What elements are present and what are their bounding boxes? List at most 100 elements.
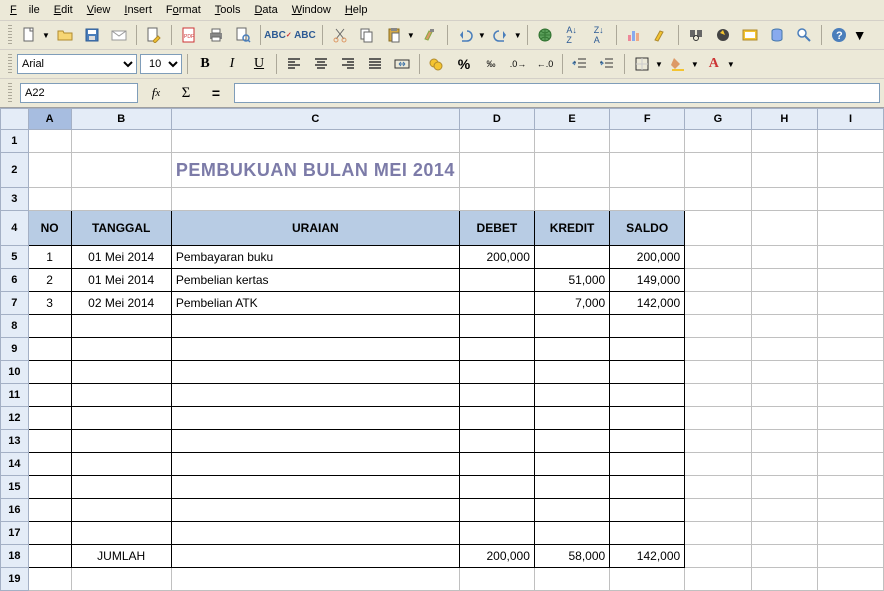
cell-C13[interactable] (171, 430, 459, 453)
cell-H1[interactable] (751, 130, 817, 153)
cell-D5[interactable]: 200,000 (459, 246, 534, 269)
menu-tools[interactable]: Tools (209, 2, 247, 18)
cell-C3[interactable] (171, 188, 459, 211)
cell-H4[interactable] (751, 211, 817, 246)
cell-A16[interactable] (28, 499, 71, 522)
cell-A15[interactable] (28, 476, 71, 499)
cell-F13[interactable] (610, 430, 685, 453)
cell-I19[interactable] (818, 568, 884, 591)
open-icon[interactable] (53, 23, 77, 47)
name-box[interactable] (20, 83, 138, 103)
cell-F17[interactable] (610, 522, 685, 545)
cell-D10[interactable] (459, 361, 534, 384)
cell-B7[interactable]: 02 Mei 2014 (71, 292, 171, 315)
row-header-13[interactable]: 13 (1, 430, 29, 453)
cell-I3[interactable] (818, 188, 884, 211)
row-header-16[interactable]: 16 (1, 499, 29, 522)
row-header-7[interactable]: 7 (1, 292, 29, 315)
cell-G17[interactable] (685, 522, 751, 545)
cell-A19[interactable] (28, 568, 71, 591)
cell-H14[interactable] (751, 453, 817, 476)
cell-A14[interactable] (28, 453, 71, 476)
currency-icon[interactable] (425, 52, 449, 76)
cell-H2[interactable] (751, 153, 817, 188)
increase-indent-icon[interactable] (595, 52, 619, 76)
col-header-B[interactable]: B (71, 109, 171, 130)
cell-F15[interactable] (610, 476, 685, 499)
cell-D8[interactable] (459, 315, 534, 338)
edit-doc-icon[interactable] (142, 23, 166, 47)
paste-icon[interactable] (382, 23, 406, 47)
menu-format[interactable]: Format (160, 2, 207, 18)
underline-icon[interactable]: U (247, 52, 271, 76)
col-header-G[interactable]: G (685, 109, 751, 130)
autospell-icon[interactable]: ABC (293, 23, 317, 47)
whatsthis-icon[interactable]: ▼ (854, 23, 866, 47)
cell-H16[interactable] (751, 499, 817, 522)
cell-D2[interactable] (459, 153, 534, 188)
cell-B6[interactable]: 01 Mei 2014 (71, 269, 171, 292)
cell-I16[interactable] (818, 499, 884, 522)
cell-D15[interactable] (459, 476, 534, 499)
cell-E14[interactable] (534, 453, 609, 476)
italic-icon[interactable]: I (220, 52, 244, 76)
cell-I15[interactable] (818, 476, 884, 499)
cell-H8[interactable] (751, 315, 817, 338)
cell-E19[interactable] (534, 568, 609, 591)
cell-G3[interactable] (685, 188, 751, 211)
find-icon[interactable] (684, 23, 708, 47)
cell-B12[interactable] (71, 407, 171, 430)
merge-cells-icon[interactable] (390, 52, 414, 76)
toolbar-grip[interactable] (8, 25, 12, 45)
cell-E1[interactable] (534, 130, 609, 153)
cell-E17[interactable] (534, 522, 609, 545)
cell-C10[interactable] (171, 361, 459, 384)
cell-I9[interactable] (818, 338, 884, 361)
undo-icon[interactable] (453, 23, 477, 47)
row-header-4[interactable]: 4 (1, 211, 29, 246)
cell-H17[interactable] (751, 522, 817, 545)
cell-D6[interactable] (459, 269, 534, 292)
row-header-3[interactable]: 3 (1, 188, 29, 211)
cell-A18[interactable] (28, 545, 71, 568)
cell-H10[interactable] (751, 361, 817, 384)
cut-icon[interactable] (328, 23, 352, 47)
sort-asc-icon[interactable]: A↓Z (560, 23, 584, 47)
save-icon[interactable] (80, 23, 104, 47)
row-header-19[interactable]: 19 (1, 568, 29, 591)
cell-G13[interactable] (685, 430, 751, 453)
cell-C7[interactable]: Pembelian ATK (171, 292, 459, 315)
cell-C8[interactable] (171, 315, 459, 338)
cell-D19[interactable] (459, 568, 534, 591)
cell-D17[interactable] (459, 522, 534, 545)
cell-D7[interactable] (459, 292, 534, 315)
cell-B17[interactable] (71, 522, 171, 545)
cell-A17[interactable] (28, 522, 71, 545)
menu-edit[interactable]: Edit (48, 2, 79, 18)
cell-C4[interactable]: URAIAN (171, 211, 459, 246)
cell-I1[interactable] (818, 130, 884, 153)
cell-A2[interactable] (28, 153, 71, 188)
cell-F1[interactable] (610, 130, 685, 153)
col-header-D[interactable]: D (459, 109, 534, 130)
cell-A9[interactable] (28, 338, 71, 361)
cell-A12[interactable] (28, 407, 71, 430)
cell-F18[interactable]: 142,000 (610, 545, 685, 568)
cell-G7[interactable] (685, 292, 751, 315)
row-header-5[interactable]: 5 (1, 246, 29, 269)
align-right-icon[interactable] (336, 52, 360, 76)
cell-H12[interactable] (751, 407, 817, 430)
cell-C9[interactable] (171, 338, 459, 361)
cell-B1[interactable] (71, 130, 171, 153)
menu-window[interactable]: Window (286, 2, 337, 18)
cell-G19[interactable] (685, 568, 751, 591)
menu-view[interactable]: View (81, 2, 117, 18)
cell-F8[interactable] (610, 315, 685, 338)
cell-A6[interactable]: 2 (28, 269, 71, 292)
cell-E15[interactable] (534, 476, 609, 499)
cell-F11[interactable] (610, 384, 685, 407)
row-header-6[interactable]: 6 (1, 269, 29, 292)
cell-D18[interactable]: 200,000 (459, 545, 534, 568)
cell-B3[interactable] (71, 188, 171, 211)
bold-icon[interactable]: B (193, 52, 217, 76)
